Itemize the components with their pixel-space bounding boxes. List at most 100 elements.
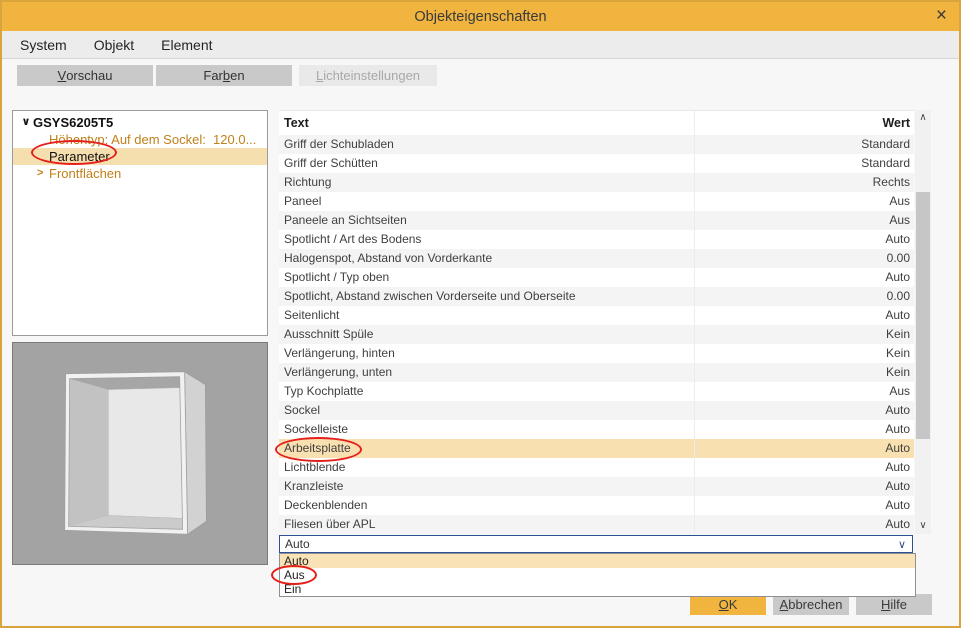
row-text: Richtung bbox=[279, 173, 694, 192]
row-text: Griff der Schütten bbox=[279, 154, 694, 173]
row-wert: Aus bbox=[694, 192, 914, 211]
table-row[interactable]: Spotlicht / Typ oben Auto bbox=[279, 268, 914, 287]
row-text: Sockel bbox=[279, 401, 694, 420]
combobox-value: Auto bbox=[280, 537, 892, 551]
tree-root-label: GSYS6205T5 bbox=[33, 114, 113, 131]
table-scrollbar[interactable]: ∧ ∨ bbox=[915, 110, 931, 534]
tree-root-gsys6205t5[interactable]: ∨ GSYS6205T5 bbox=[13, 114, 267, 131]
table-row[interactable]: Richtung Rechts bbox=[279, 173, 914, 192]
row-wert: Standard bbox=[694, 135, 914, 154]
tab-bar: Vorschau Farben Lichteinstellungen bbox=[2, 59, 959, 99]
row-text: Spotlicht / Typ oben bbox=[279, 268, 694, 287]
row-text: Sockelleiste bbox=[279, 420, 694, 439]
chevron-down-icon[interactable]: ∨ bbox=[19, 114, 33, 131]
row-text: Lichtblende bbox=[279, 458, 694, 477]
ok-button[interactable]: OK bbox=[690, 594, 766, 615]
hilfe-button[interactable]: Hilfe bbox=[856, 594, 932, 615]
dropdown-option-ein[interactable]: Ein bbox=[280, 582, 915, 596]
property-table: Text Wert Griff der Schubladen Standard … bbox=[279, 110, 914, 534]
row-text: Verlängerung, hinten bbox=[279, 344, 694, 363]
table-row[interactable]: Paneel Aus bbox=[279, 192, 914, 211]
row-text: Halogenspot, Abstand von Vorderkante bbox=[279, 249, 694, 268]
table-row[interactable]: Spotlicht, Abstand zwischen Vorderseite … bbox=[279, 287, 914, 306]
row-text: Deckenblenden bbox=[279, 496, 694, 515]
row-wert: Aus bbox=[694, 382, 914, 401]
menu-bar: System Objekt Element bbox=[2, 31, 959, 59]
scroll-down-icon[interactable]: ∨ bbox=[915, 518, 931, 534]
column-header-text[interactable]: Text bbox=[279, 111, 694, 135]
table-row[interactable]: Verlängerung, hinten Kein bbox=[279, 344, 914, 363]
row-wert: Auto bbox=[694, 496, 914, 515]
table-row[interactable]: Arbeitsplatte Auto bbox=[279, 439, 914, 458]
table-row[interactable]: Lichtblende Auto bbox=[279, 458, 914, 477]
row-wert: Kein bbox=[694, 325, 914, 344]
tree-item-frontflaechen[interactable]: > Frontflächen bbox=[13, 165, 267, 182]
row-wert: Auto bbox=[694, 477, 914, 496]
row-wert: Auto bbox=[694, 420, 914, 439]
row-wert: Auto bbox=[694, 458, 914, 477]
table-row[interactable]: Griff der Schütten Standard bbox=[279, 154, 914, 173]
table-row[interactable]: Ausschnitt Spüle Kein bbox=[279, 325, 914, 344]
scrollbar-thumb[interactable] bbox=[916, 192, 930, 439]
table-row[interactable]: Seitenlicht Auto bbox=[279, 306, 914, 325]
table-row[interactable]: Griff der Schubladen Standard bbox=[279, 135, 914, 154]
menu-item-system[interactable]: System bbox=[20, 37, 67, 53]
tree-item-label: Frontflächen bbox=[49, 165, 121, 182]
close-icon[interactable]: × bbox=[936, 5, 947, 27]
combobox-dropdown-list: Auto Aus Ein bbox=[279, 553, 916, 597]
table-row[interactable]: Sockelleiste Auto bbox=[279, 420, 914, 439]
menu-item-element[interactable]: Element bbox=[161, 37, 212, 53]
row-wert: Auto bbox=[694, 268, 914, 287]
row-text: Griff der Schubladen bbox=[279, 135, 694, 154]
table-row[interactable]: Typ Kochplatte Aus bbox=[279, 382, 914, 401]
row-text: Spotlicht, Abstand zwischen Vorderseite … bbox=[279, 287, 694, 306]
row-wert: 0.00 bbox=[694, 287, 914, 306]
row-wert: Rechts bbox=[694, 173, 914, 192]
row-text: Typ Kochplatte bbox=[279, 382, 694, 401]
row-wert: Auto bbox=[694, 230, 914, 249]
tree-item-label: Höhentyp: Auf dem Sockel: 120.0... bbox=[49, 131, 256, 148]
tab-farben[interactable]: Farben bbox=[156, 65, 292, 86]
dropdown-option-aus[interactable]: Aus bbox=[280, 568, 915, 582]
row-wert: Kein bbox=[694, 344, 914, 363]
value-combobox[interactable]: Auto ∨ bbox=[279, 535, 913, 553]
row-wert: Auto bbox=[694, 401, 914, 420]
table-row[interactable]: Verlängerung, unten Kein bbox=[279, 363, 914, 382]
tab-lichteinstellungen: Lichteinstellungen bbox=[299, 65, 437, 86]
table-row[interactable]: Halogenspot, Abstand von Vorderkante 0.0… bbox=[279, 249, 914, 268]
chevron-right-icon[interactable]: > bbox=[37, 165, 43, 182]
combobox-chevron-down-icon[interactable]: ∨ bbox=[892, 538, 912, 551]
table-row[interactable]: Deckenblenden Auto bbox=[279, 496, 914, 515]
table-row[interactable]: Kranzleiste Auto bbox=[279, 477, 914, 496]
table-row[interactable]: Paneele an Sichtseiten Aus bbox=[279, 211, 914, 230]
row-wert: Auto bbox=[694, 306, 914, 325]
abbrechen-button[interactable]: Abbrechen bbox=[773, 594, 849, 615]
dropdown-option-auto[interactable]: Auto bbox=[280, 554, 915, 568]
tree-item-label: Parameter bbox=[49, 148, 110, 165]
row-text: Seitenlicht bbox=[279, 306, 694, 325]
row-wert: 0.00 bbox=[694, 249, 914, 268]
preview-panel bbox=[12, 342, 268, 565]
tree-item-parameter[interactable]: Parameter bbox=[13, 148, 267, 165]
row-wert: Standard bbox=[694, 154, 914, 173]
menu-item-objekt[interactable]: Objekt bbox=[94, 37, 134, 53]
row-wert: Auto bbox=[694, 439, 914, 458]
table-row[interactable]: Sockel Auto bbox=[279, 401, 914, 420]
object-tree: ∨ GSYS6205T5 Höhentyp: Auf dem Sockel: 1… bbox=[12, 110, 268, 336]
table-row[interactable]: Spotlicht / Art des Bodens Auto bbox=[279, 230, 914, 249]
row-text: Verlängerung, unten bbox=[279, 363, 694, 382]
title-bar: Objekteigenschaften × bbox=[2, 2, 959, 31]
scroll-up-icon[interactable]: ∧ bbox=[915, 110, 931, 126]
row-text: Paneele an Sichtseiten bbox=[279, 211, 694, 230]
table-body: Griff der Schubladen Standard Griff der … bbox=[279, 135, 914, 534]
tree-item-hoehentyp[interactable]: Höhentyp: Auf dem Sockel: 120.0... bbox=[13, 131, 267, 148]
column-header-wert[interactable]: Wert bbox=[694, 111, 914, 135]
tab-vorschau[interactable]: Vorschau bbox=[17, 65, 153, 86]
row-wert: Kein bbox=[694, 363, 914, 382]
table-row[interactable]: Fliesen über APL Auto bbox=[279, 515, 914, 534]
row-text: Kranzleiste bbox=[279, 477, 694, 496]
table-header: Text Wert bbox=[279, 111, 914, 135]
row-wert: Aus bbox=[694, 211, 914, 230]
row-text: Spotlicht / Art des Bodens bbox=[279, 230, 694, 249]
cabinet-3d-preview bbox=[13, 343, 267, 564]
